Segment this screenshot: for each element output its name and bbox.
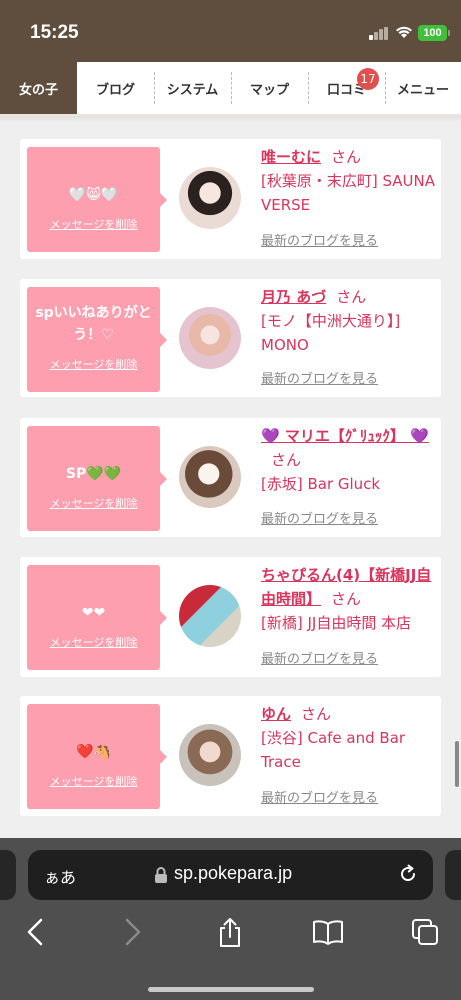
home-indicator [148,987,314,992]
delete-message-link[interactable]: メッセージを削除 [27,773,160,789]
message-bubble: ❤️🐴 メッセージを削除 [27,704,167,809]
message-bubble: SP💚💚 メッセージを削除 [27,426,167,531]
message-text: 🤍😸🤍 [68,187,119,203]
message-card: ❤❤ メッセージを削除 ちゃぴるん(4)【新橋JJ自由時間】 さん [新橋] JJ… [20,557,441,677]
message-text: spいいねありがとう！♡ [35,305,152,343]
avatar[interactable] [179,307,241,369]
message-card: spいいねありがとう！♡ メッセージを削除 月乃 あづ さん [モノ【中洲大通り】… [20,279,441,397]
tab-menu[interactable]: メニュー [385,62,461,114]
girl-name-link[interactable]: ゆん [261,705,291,723]
tab-map[interactable]: マップ [231,62,308,114]
avatar[interactable] [179,167,241,229]
previous-tab-preview[interactable] [0,850,16,900]
tabs-icon[interactable] [409,916,441,948]
delete-message-link[interactable]: メッセージを削除 [27,356,160,372]
address-bar[interactable]: ぁあ sp.pokepara.jp [28,850,433,900]
shop-name: [秋葉原・末広町] SAUNA VERSE [261,172,435,214]
delete-message-link[interactable]: メッセージを削除 [27,634,160,650]
girl-name-link[interactable]: 唯ーむに [261,148,321,166]
next-tab-preview[interactable] [445,850,461,900]
reviews-count-badge: 17 [357,68,379,90]
avatar[interactable] [179,446,241,508]
shop-name: [渋谷] Cafe and Bar Trace [261,729,406,771]
latest-blog-link[interactable]: 最新のブログを見る [261,787,378,806]
reader-options-button[interactable]: ぁあ [44,864,76,888]
message-card: ❤️🐴 メッセージを削除 ゆん さん [渋谷] Cafe and Bar Trac… [20,696,441,816]
honorific: さん [336,288,367,306]
reload-icon[interactable] [396,862,420,886]
tab-blog[interactable]: ブログ [77,62,154,114]
chevron-right-icon[interactable] [116,916,148,948]
delete-message-link[interactable]: メッセージを削除 [27,495,160,511]
latest-blog-link[interactable]: 最新のブログを見る [261,508,378,527]
tab-girls[interactable]: 女の子 [0,62,77,114]
latest-blog-link[interactable]: 最新のブログを見る [261,368,378,387]
latest-blog-link[interactable]: 最新のブログを見る [261,648,378,667]
latest-blog-link[interactable]: 最新のブログを見る [261,230,378,249]
battery-icon: 100 [418,25,450,41]
signal-icon [369,27,389,40]
message-text: ❤❤ [81,605,106,621]
honorific: さん [271,451,302,469]
wifi-icon [396,26,412,38]
status-bar: 15:25 100 [0,0,461,62]
book-icon[interactable] [312,916,344,948]
nav-shadow [0,116,461,122]
lock-icon [155,867,167,883]
message-bubble: spいいねありがとう！♡ メッセージを削除 [27,287,167,392]
message-text: ❤️🐴 [76,744,111,760]
shop-name: [新橋] JJ自由時間 本店 [261,614,412,632]
delete-message-link[interactable]: メッセージを削除 [27,216,160,232]
browser-nav-bar [0,916,461,956]
avatar[interactable] [179,724,241,786]
browser-toolbar: ぁあ sp.pokepara.jp [0,838,461,1000]
share-icon[interactable] [214,916,246,948]
scrollbar[interactable] [455,741,459,787]
shop-name: [モノ【中洲大通り】] MONO [261,312,401,354]
message-bubble: 🤍😸🤍 メッセージを削除 [27,147,167,252]
tab-bar: 女の子 ブログ システム マップ 口コミ 17 メニュー [0,62,461,116]
girl-name-link[interactable]: 💜 マリエ【ｸﾞﾘｭｯｸ】 💜 [261,427,429,445]
tab-reviews[interactable]: 口コミ 17 [308,62,385,114]
status-time: 15:25 [30,22,79,43]
message-card: 🤍😸🤍 メッセージを削除 唯ーむに さん [秋葉原・末広町] SAUNA VERS… [20,139,441,259]
honorific: さん [331,148,362,166]
chevron-left-icon[interactable] [20,916,52,948]
honorific: さん [331,590,362,608]
girl-name-link[interactable]: 月乃 あづ [261,288,326,306]
url-text: sp.pokepara.jp [174,863,293,883]
message-card: SP💚💚 メッセージを削除 💜 マリエ【ｸﾞﾘｭｯｸ】 💜 さん [赤坂] Bar… [20,418,441,537]
tab-system[interactable]: システム [154,62,231,114]
honorific: さん [301,705,332,723]
message-text: SP💚💚 [65,466,122,482]
shop-name: [赤坂] Bar Gluck [261,475,381,493]
message-bubble: ❤❤ メッセージを削除 [27,565,167,670]
avatar[interactable] [179,585,241,647]
